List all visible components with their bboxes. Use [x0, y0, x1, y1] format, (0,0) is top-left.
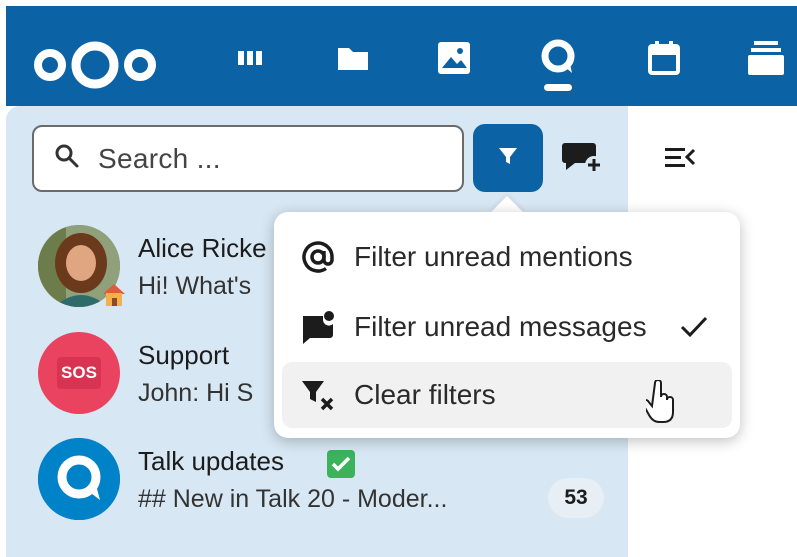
checkmark-icon [678, 310, 710, 347]
menu-item-label: Clear filters [354, 379, 496, 410]
dashboard-icon[interactable] [230, 38, 270, 78]
chat-plus-icon [561, 138, 603, 181]
hand-pointer-cursor-icon [641, 379, 676, 429]
photos-icon[interactable] [434, 38, 474, 78]
talk-icon[interactable] [538, 36, 578, 96]
new-conversation-button[interactable] [560, 137, 604, 181]
avatar: SOS [38, 332, 120, 414]
conversation-name: Support [138, 340, 230, 370]
conversation-item[interactable]: Talk updates ## New in Talk 20 - Moder..… [38, 438, 608, 524]
deck-icon[interactable] [746, 38, 786, 78]
unread-count-badge: 53 [548, 478, 604, 518]
conversation-last-message: John: Hi S [138, 379, 254, 407]
conversation-last-message: Hi! What's [138, 272, 252, 300]
search-input[interactable]: Search ... [32, 125, 464, 192]
filter-button[interactable] [473, 124, 543, 192]
menu-item-label: Filter unread messages [354, 311, 647, 342]
check-badge-icon [326, 449, 356, 484]
search-icon [54, 143, 80, 174]
calendar-icon[interactable] [644, 38, 684, 78]
conversation-name: Alice Ricke [138, 233, 267, 263]
filter-unread-messages[interactable]: Filter unread messages [282, 294, 732, 360]
filter-unread-mentions[interactable]: Filter unread mentions [282, 224, 732, 290]
avatar [38, 438, 120, 520]
at-icon [296, 235, 340, 279]
conversation-name: Talk updates [138, 446, 284, 476]
search-placeholder: Search ... [98, 142, 221, 174]
filter-remove-icon [296, 373, 340, 417]
avatar-initials: SOS [57, 357, 101, 389]
conversation-last-message: ## New in Talk 20 - Moder... [138, 485, 448, 513]
collapse-sidebar-button[interactable] [660, 143, 700, 175]
top-header [6, 6, 797, 106]
menu-collapse-icon [663, 145, 697, 174]
files-icon[interactable] [333, 38, 373, 78]
nextcloud-logo[interactable] [30, 40, 160, 95]
house-icon [100, 281, 128, 314]
message-alert-icon [296, 305, 340, 349]
filter-icon [497, 145, 519, 172]
menu-item-label: Filter unread mentions [354, 241, 633, 272]
